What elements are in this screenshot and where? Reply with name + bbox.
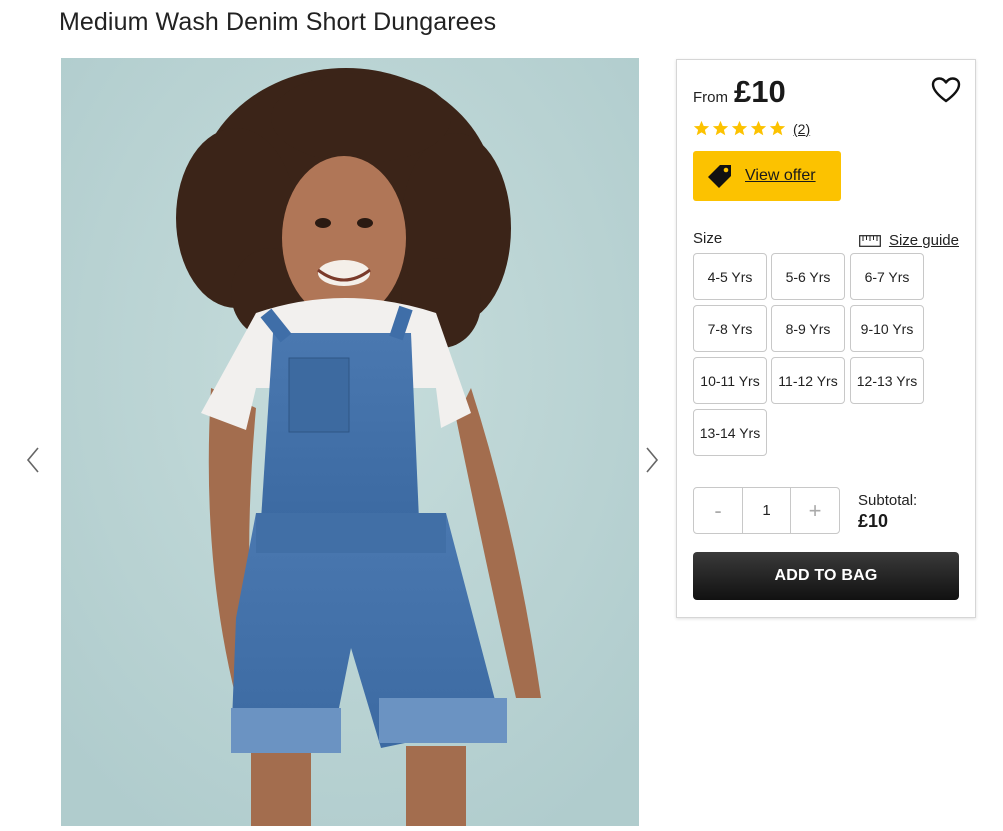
star-icon — [731, 120, 748, 136]
price-row: From £10 — [693, 74, 786, 110]
size-option[interactable]: 8-9 Yrs — [771, 305, 845, 352]
gallery-next-button[interactable] — [637, 440, 665, 480]
size-option[interactable]: 9-10 Yrs — [850, 305, 924, 352]
size-option[interactable]: 4-5 Yrs — [693, 253, 767, 300]
add-to-bag-button[interactable]: ADD TO BAG — [693, 552, 959, 600]
subtotal-label: Subtotal: — [858, 492, 918, 509]
size-guide-label: Size guide — [888, 232, 959, 249]
product-image — [61, 58, 639, 826]
price-value: £10 — [734, 74, 786, 109]
quantity-input[interactable]: 1 — [742, 488, 791, 533]
star-rating: (2) — [693, 120, 810, 137]
purchase-panel: From £10 (2) View offer Size Size guide … — [676, 59, 976, 618]
size-label: Size — [693, 230, 723, 247]
price-tag-icon — [708, 165, 731, 188]
star-icon — [750, 120, 767, 136]
ruler-icon — [859, 234, 881, 247]
view-offer-label: View offer — [745, 167, 816, 184]
wishlist-button[interactable] — [931, 76, 961, 104]
size-option[interactable]: 5-6 Yrs — [771, 253, 845, 300]
quantity-increase-button[interactable]: + — [791, 488, 839, 533]
heart-outline-icon — [931, 77, 961, 103]
size-option[interactable]: 6-7 Yrs — [850, 253, 924, 300]
subtotal: Subtotal: £10 — [858, 492, 917, 532]
star-icon — [712, 120, 729, 136]
size-option[interactable]: 10-11 Yrs — [693, 357, 767, 404]
star-icon — [693, 120, 710, 136]
size-option[interactable]: 13-14 Yrs — [693, 409, 767, 456]
product-photo-illustration — [61, 58, 639, 826]
chevron-left-icon — [26, 447, 39, 473]
size-option[interactable]: 12-13 Yrs — [850, 357, 924, 404]
size-option[interactable]: 11-12 Yrs — [771, 357, 845, 404]
gallery-prev-button[interactable] — [20, 440, 48, 480]
review-count-link[interactable]: (2) — [793, 121, 810, 137]
size-guide-link[interactable]: Size guide — [859, 232, 959, 249]
quantity-decrease-button[interactable]: - — [694, 488, 742, 533]
view-offer-button[interactable]: View offer — [693, 151, 841, 201]
quantity-stepper: - 1 + — [693, 487, 840, 534]
size-option[interactable]: 7-8 Yrs — [693, 305, 767, 352]
product-title: Medium Wash Denim Short Dungarees — [59, 8, 497, 36]
price-prefix: From — [693, 89, 728, 106]
chevron-right-icon — [646, 447, 659, 473]
star-icon — [769, 120, 786, 136]
subtotal-value: £10 — [858, 511, 889, 531]
